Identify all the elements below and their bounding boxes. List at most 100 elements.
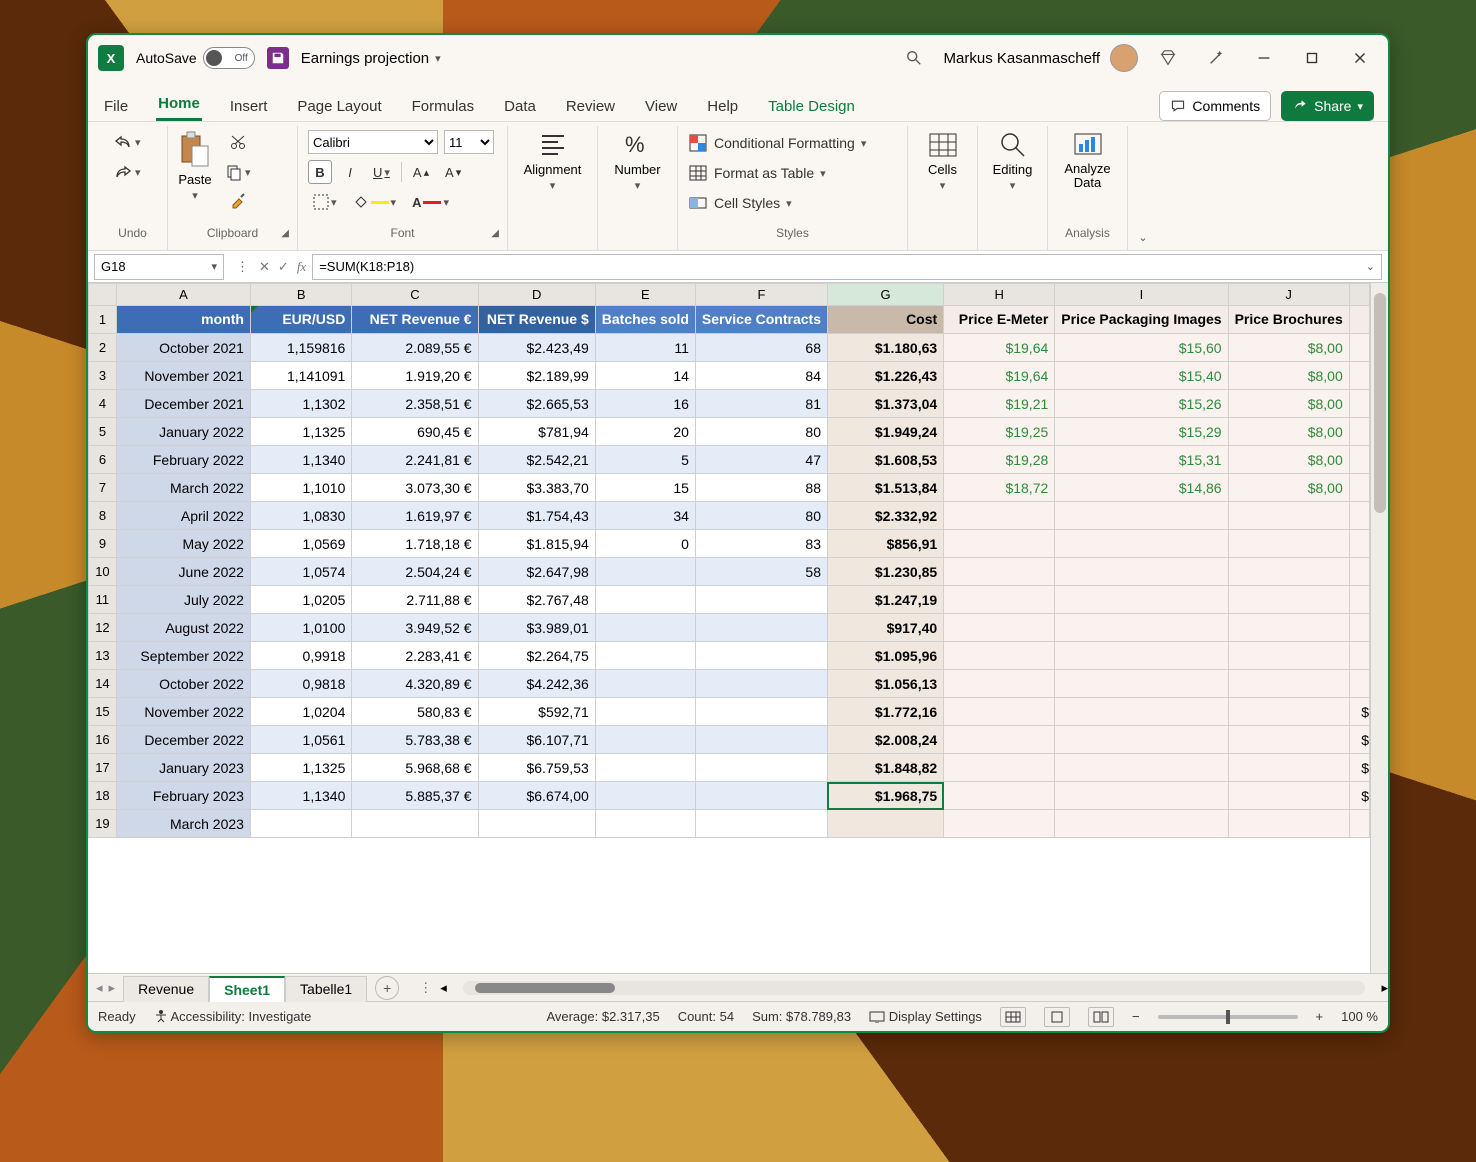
hdr-net-usd[interactable]: NET Revenue $ [478, 306, 595, 334]
row-header[interactable]: 5 [89, 418, 117, 446]
cell[interactable]: 1,1325 [250, 754, 351, 782]
cell[interactable]: 2.504,24 € [352, 558, 478, 586]
cell[interactable]: 0,9818 [250, 670, 351, 698]
save-button[interactable] [267, 47, 289, 69]
cancel-formula-button[interactable]: ✕ [259, 259, 270, 275]
scrollbar-thumb[interactable] [1374, 293, 1386, 513]
cell[interactable] [478, 810, 595, 838]
row-header[interactable]: 16 [89, 726, 117, 754]
cell[interactable] [695, 754, 827, 782]
view-page-layout-button[interactable] [1044, 1007, 1070, 1027]
cell[interactable] [1349, 614, 1369, 642]
cell[interactable]: 3.073,30 € [352, 474, 478, 502]
cell[interactable]: 2.241,81 € [352, 446, 478, 474]
row-header[interactable]: 2 [89, 334, 117, 362]
col-header-f[interactable]: F [695, 284, 827, 306]
hdr-k[interactable] [1349, 306, 1369, 334]
format-painter-button[interactable] [220, 190, 256, 214]
autosave-control[interactable]: AutoSave Off [136, 47, 255, 69]
cell[interactable] [1228, 642, 1349, 670]
sheet-tab-tabelle1[interactable]: Tabelle1 [285, 976, 367, 1002]
cell[interactable]: $18,72 [944, 474, 1055, 502]
cell[interactable] [695, 810, 827, 838]
paste-button[interactable]: Paste▾ [178, 130, 212, 202]
cell[interactable]: March 2023 [116, 810, 250, 838]
cell[interactable]: 1,1302 [250, 390, 351, 418]
cell[interactable]: $14,86 [1055, 474, 1228, 502]
cell[interactable]: $4.242,36 [478, 670, 595, 698]
row-header[interactable]: 12 [89, 614, 117, 642]
cell[interactable]: $2.189,99 [478, 362, 595, 390]
cell[interactable]: $1.095,96 [827, 642, 943, 670]
zoom-out-button[interactable]: − [1132, 1009, 1140, 1024]
col-header-e[interactable]: E [595, 284, 695, 306]
cell[interactable] [1228, 754, 1349, 782]
cell[interactable]: $6.107,71 [478, 726, 595, 754]
cell[interactable] [1349, 474, 1369, 502]
cell[interactable]: February 2022 [116, 446, 250, 474]
col-header-b[interactable]: B [250, 284, 351, 306]
cell[interactable] [595, 754, 695, 782]
hscroll-right-button[interactable]: ▸ [1381, 980, 1388, 996]
cell[interactable]: $2.423,49 [478, 334, 595, 362]
cell[interactable]: 580,83 € [352, 698, 478, 726]
row-header[interactable]: 17 [89, 754, 117, 782]
hdr-price-emeter[interactable]: Price E-Meter [944, 306, 1055, 334]
cell[interactable]: $1.056,13 [827, 670, 943, 698]
cell[interactable]: $8,00 [1228, 418, 1349, 446]
cell[interactable]: 15 [595, 474, 695, 502]
cell[interactable]: 88 [695, 474, 827, 502]
format-as-table-button[interactable]: Format as Table▾ [688, 160, 826, 186]
cell[interactable] [695, 782, 827, 810]
account-user[interactable]: Markus Kasanmascheff [944, 44, 1138, 72]
cell[interactable]: $856,91 [827, 530, 943, 558]
autosave-toggle[interactable]: Off [203, 47, 255, 69]
cell[interactable]: April 2022 [116, 502, 250, 530]
cell[interactable]: 2.358,51 € [352, 390, 478, 418]
tab-home[interactable]: Home [156, 89, 202, 121]
cell[interactable]: $2.542,21 [478, 446, 595, 474]
underline-button[interactable]: U▾ [368, 160, 395, 184]
fbar-options-icon[interactable]: ⋮ [236, 259, 251, 275]
cell[interactable]: March 2022 [116, 474, 250, 502]
number-button[interactable]: % Number▾ [614, 130, 660, 192]
cell[interactable] [944, 558, 1055, 586]
cell[interactable]: 5.885,37 € [352, 782, 478, 810]
cell[interactable] [1349, 810, 1369, 838]
cell[interactable]: $2.008,24 [827, 726, 943, 754]
cell[interactable] [944, 726, 1055, 754]
cell[interactable]: $2.332,92 [827, 502, 943, 530]
cell[interactable] [695, 726, 827, 754]
cell[interactable]: May 2022 [116, 530, 250, 558]
cell[interactable]: 34 [595, 502, 695, 530]
cell[interactable] [595, 726, 695, 754]
cell[interactable] [1055, 558, 1228, 586]
font-size-select[interactable]: 11 [444, 130, 494, 154]
cells-button[interactable]: Cells▾ [926, 130, 960, 192]
cell[interactable] [1228, 558, 1349, 586]
cell[interactable] [1055, 810, 1228, 838]
cell[interactable]: 1,0574 [250, 558, 351, 586]
cell[interactable]: 2.711,88 € [352, 586, 478, 614]
cell[interactable]: $ [1349, 726, 1369, 754]
cell[interactable] [695, 670, 827, 698]
cell[interactable]: $8,00 [1228, 390, 1349, 418]
cell[interactable]: 1,1325 [250, 418, 351, 446]
cell[interactable]: 1,0205 [250, 586, 351, 614]
row-header[interactable]: 13 [89, 642, 117, 670]
cell[interactable] [1228, 530, 1349, 558]
tab-formulas[interactable]: Formulas [410, 92, 477, 121]
cell[interactable]: 1.619,97 € [352, 502, 478, 530]
maximize-button[interactable] [1294, 40, 1330, 76]
cell[interactable] [944, 810, 1055, 838]
cell[interactable]: $8,00 [1228, 334, 1349, 362]
col-header-j[interactable]: J [1228, 284, 1349, 306]
cell[interactable] [1349, 418, 1369, 446]
cell[interactable]: $15,40 [1055, 362, 1228, 390]
share-button[interactable]: Share ▾ [1281, 91, 1374, 121]
cell[interactable]: $6.759,53 [478, 754, 595, 782]
cell[interactable]: December 2021 [116, 390, 250, 418]
display-settings-button[interactable]: Display Settings [869, 1009, 982, 1024]
cell[interactable]: $1.513,84 [827, 474, 943, 502]
cell[interactable]: $ [1349, 754, 1369, 782]
